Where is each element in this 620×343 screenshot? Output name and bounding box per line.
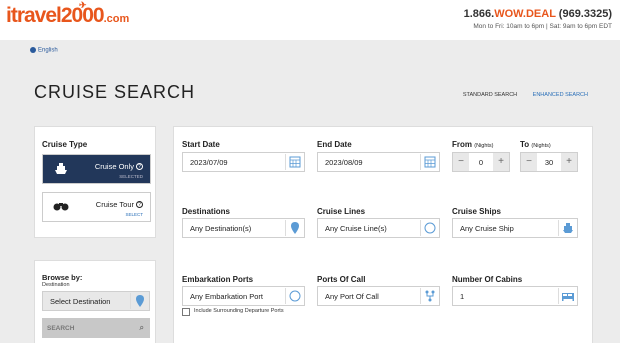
destinations-label: Destinations <box>182 207 231 216</box>
end-date-label: End Date <box>317 140 352 149</box>
cruise-tour-label: Cruise Tour <box>95 200 134 209</box>
ship-icon <box>51 162 71 178</box>
calendar-icon[interactable] <box>285 154 303 170</box>
cruise-type-heading: Cruise Type <box>42 140 88 149</box>
map-pin-icon <box>130 293 148 309</box>
bed-icon <box>558 288 576 304</box>
embarkation-ports-label: Embarkation Ports <box>182 275 254 284</box>
from-nights-stepper[interactable]: − 0 + <box>452 152 510 172</box>
ports-of-call-dropdown[interactable]: Any Port Of Call <box>317 286 440 306</box>
help-icon[interactable]: ? <box>136 201 143 208</box>
ports-of-call-label: Ports Of Call <box>317 275 366 284</box>
cruise-ships-label: Cruise Ships <box>452 207 501 216</box>
select-destination-value: Select Destination <box>50 297 111 306</box>
route-icon <box>420 288 438 304</box>
calendar-icon[interactable] <box>420 154 438 170</box>
browse-subheading: Destination <box>42 282 70 288</box>
include-surrounding-ports-label[interactable]: Include Surrounding Departure Ports <box>194 308 284 314</box>
end-date-input[interactable]: 2023/08/09 <box>317 152 440 172</box>
help-icon[interactable]: ? <box>136 163 143 170</box>
search-mode-links: STANDARD SEARCH ENHANCED SEARCH <box>449 92 588 98</box>
to-nights-stepper[interactable]: − 30 + <box>520 152 578 172</box>
cruise-only-label: Cruise Only <box>94 162 134 171</box>
ship-icon <box>558 220 576 236</box>
globe-icon <box>30 47 36 53</box>
enhanced-search-link[interactable]: ENHANCED SEARCH <box>533 92 588 98</box>
site-header: itravel2000.com ✈ 1.866.WOW.DEAL (969.33… <box>0 0 620 40</box>
language-selector[interactable]: English <box>30 47 58 54</box>
increment-button[interactable]: + <box>561 153 577 171</box>
cruise-lines-label: Cruise Lines <box>317 207 366 216</box>
browse-search-button[interactable]: SEARCH ⌕ <box>42 318 150 338</box>
cruise-lines-dropdown[interactable]: Any Cruise Line(s) <box>317 218 440 238</box>
start-date-label: Start Date <box>182 140 220 149</box>
cruise-ships-dropdown[interactable]: Any Cruise Ship <box>452 218 578 238</box>
compass-icon <box>420 220 438 236</box>
site-logo[interactable]: itravel2000.com ✈ <box>6 0 129 28</box>
embarkation-ports-dropdown[interactable]: Any Embarkation Port <box>182 286 305 306</box>
select-destination-dropdown[interactable]: Select Destination <box>42 291 150 311</box>
cruise-tour-status: SELECT <box>125 212 143 217</box>
cruise-tour-option[interactable]: Cruise Tour? SELECT <box>42 192 151 222</box>
compass-icon <box>285 288 303 304</box>
airplane-icon: ✈ <box>79 0 86 10</box>
binoculars-icon <box>51 200 71 216</box>
to-nights-label: To (Nights) <box>520 140 551 149</box>
number-of-cabins-label: Number Of Cabins <box>452 275 523 284</box>
business-hours: Mon to Fri: 10am to 6pm | Sat: 9am to 6p… <box>473 23 612 30</box>
browse-heading: Browse by: <box>42 273 83 282</box>
cruise-only-option[interactable]: Cruise Only? SELECTED <box>42 154 151 184</box>
cruise-only-status: SELECTED <box>119 174 143 179</box>
map-pin-icon <box>285 220 303 236</box>
phone-number[interactable]: 1.866.WOW.DEAL (969.3325) <box>464 8 612 20</box>
search-icon: ⌕ <box>139 323 144 332</box>
page-title: CRUISE SEARCH <box>34 82 196 102</box>
start-date-input[interactable]: 2023/07/09 <box>182 152 305 172</box>
destinations-dropdown[interactable]: Any Destination(s) <box>182 218 305 238</box>
from-nights-label: From (Nights) <box>452 140 494 149</box>
standard-search-link[interactable]: STANDARD SEARCH <box>463 92 517 98</box>
number-of-cabins-input[interactable]: 1 <box>452 286 578 306</box>
include-surrounding-ports-checkbox[interactable] <box>182 308 190 316</box>
increment-button[interactable]: + <box>493 153 509 171</box>
